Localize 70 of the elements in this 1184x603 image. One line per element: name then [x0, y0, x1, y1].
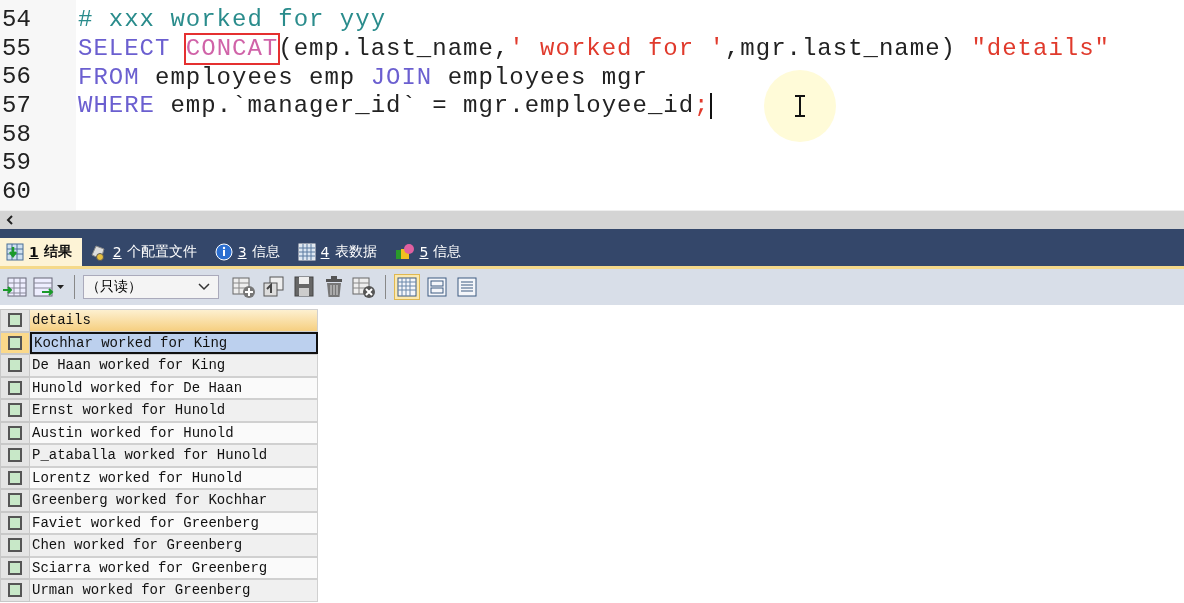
text-view-button[interactable]: [454, 274, 480, 300]
mode-dropdown[interactable]: （只读）: [83, 275, 219, 299]
code-text: (emp.last_name,: [278, 35, 510, 64]
result-tab[interactable]: 3 信息: [208, 238, 290, 266]
line-number: 57: [1, 92, 32, 121]
form-view-button[interactable]: [424, 274, 450, 300]
add-row-icon[interactable]: [2, 275, 28, 299]
result-tab[interactable]: 2 个配置文件: [83, 238, 207, 266]
line-number: 58: [1, 120, 32, 150]
row-selector[interactable]: [0, 511, 30, 534]
row-selector[interactable]: [0, 556, 30, 579]
result-tab[interactable]: 4 表数据: [291, 238, 387, 266]
code-text: employees mgr: [446, 63, 648, 92]
row-header: [0, 309, 30, 332]
table-cell[interactable]: Ernst worked for Hunold: [30, 399, 318, 422]
scroll-left-icon[interactable]: [4, 213, 16, 227]
row-selector[interactable]: [0, 331, 30, 354]
string-literal: ;: [694, 92, 710, 121]
sql-keyword: SELECT: [78, 35, 172, 64]
row-selector[interactable]: [0, 466, 30, 489]
code-text: emp.`manager_id` = mgr.employee_id: [169, 92, 695, 121]
grid-view-button[interactable]: [394, 274, 420, 300]
table-cell[interactable]: P_ataballa worked for Hunold: [30, 444, 318, 467]
line-number: 54: [1, 6, 32, 35]
row-selector[interactable]: [0, 579, 30, 602]
code-text: employees emp: [154, 63, 357, 92]
table-cell[interactable]: Lorentz worked for Hunold: [30, 466, 318, 489]
line-number: 59: [1, 149, 32, 179]
row-selector[interactable]: [0, 376, 30, 399]
function-name: CONCAT: [185, 35, 279, 64]
line-number: 55: [1, 34, 32, 64]
sql-keyword: WHERE: [78, 92, 155, 121]
info-icon: [214, 243, 233, 261]
column-header[interactable]: details: [30, 309, 318, 332]
row-selector[interactable]: [0, 421, 30, 444]
row-selector[interactable]: [0, 444, 30, 467]
chevron-down-icon: [198, 283, 210, 291]
result-tab[interactable]: 1 结果: [0, 238, 82, 266]
row-selector[interactable]: [0, 534, 30, 557]
shapes-icon: [394, 243, 415, 261]
table-cell[interactable]: Hunold worked for De Haan: [30, 376, 318, 399]
horizontal-scrollbar[interactable]: [0, 210, 1184, 229]
profile-icon: [89, 243, 108, 261]
string-literal: ' worked for ': [509, 35, 725, 64]
sql-keyword: FROM: [78, 63, 140, 92]
row-selector[interactable]: [0, 354, 30, 377]
line-number: 56: [1, 63, 32, 93]
row-selector[interactable]: [0, 399, 30, 422]
table-cell[interactable]: Chen worked for Greenberg: [30, 534, 318, 557]
result-tab[interactable]: 5 信息: [388, 238, 472, 266]
table-cell[interactable]: Sciarra worked for Greenberg: [30, 556, 318, 579]
table-cell[interactable]: Greenberg worked for Kochhar: [30, 489, 318, 512]
delete-table-icon[interactable]: [351, 275, 377, 299]
line-number: 60: [1, 178, 32, 207]
table-cell[interactable]: Austin worked for Hunold: [30, 421, 318, 444]
table-cell[interactable]: Urman worked for Greenberg: [30, 579, 318, 602]
table-cell[interactable]: Faviet worked for Greenberg: [30, 511, 318, 534]
row-selector[interactable]: [0, 489, 30, 512]
export-dropdown-icon[interactable]: [32, 275, 66, 299]
table-cell[interactable]: Kochhar worked for King: [30, 331, 318, 354]
sql-keyword: JOIN: [370, 63, 433, 92]
duplicate-icon[interactable]: [261, 275, 287, 299]
code-comment: # xxx worked for yyy: [78, 6, 387, 35]
table-cell[interactable]: De Haan worked for King: [30, 354, 318, 377]
code-text: ,mgr.last_name): [724, 35, 957, 64]
insert-row-icon[interactable]: [231, 275, 257, 299]
table-icon: [297, 243, 316, 261]
save-icon[interactable]: [291, 275, 317, 299]
table-arrow-icon: [6, 243, 24, 261]
string-literal: "details": [971, 35, 1110, 64]
